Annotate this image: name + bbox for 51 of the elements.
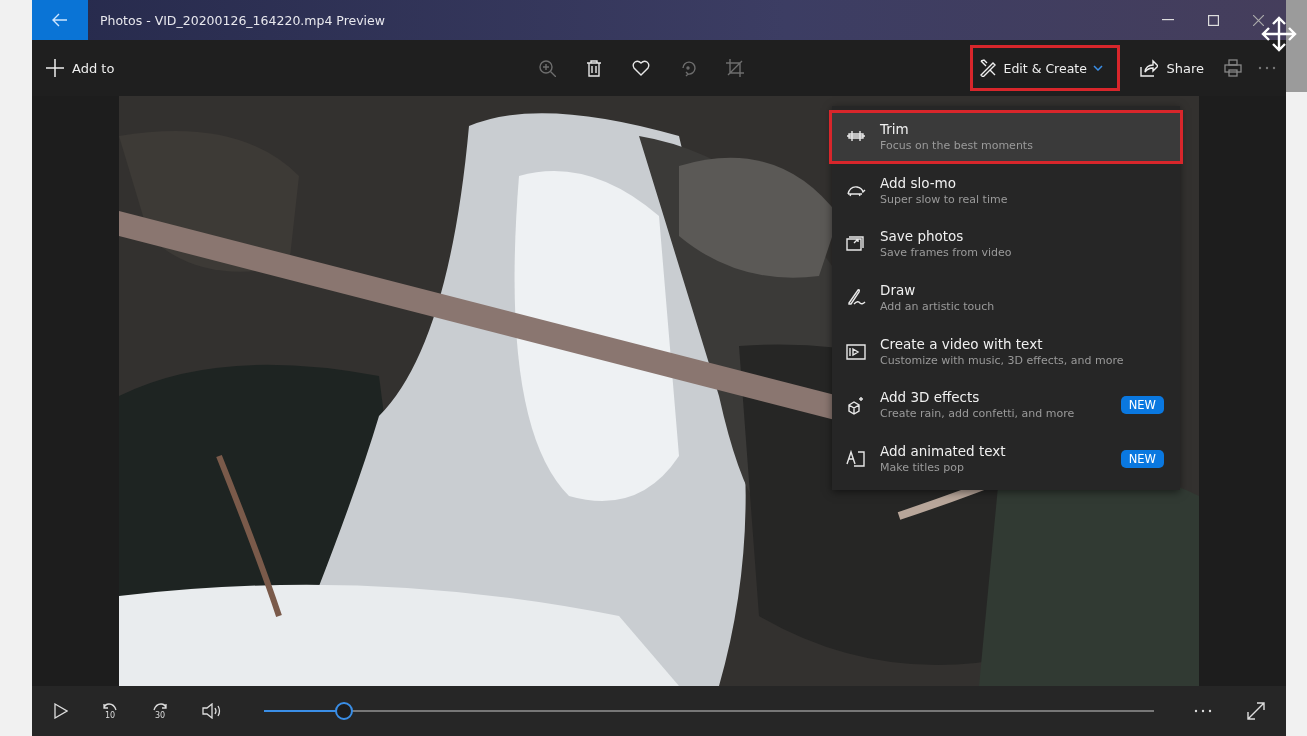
trash-icon[interactable] (585, 59, 604, 77)
back-arrow-icon (52, 13, 68, 27)
maximize-icon[interactable] (1208, 14, 1219, 26)
menu-item[interactable]: Save photos Save frames from video (829, 217, 1183, 272)
menu-item-title: Draw (880, 281, 917, 299)
menu-item[interactable]: Add 3D effects Create rain, add confetti, and more NEW (829, 378, 1183, 433)
fullscreen-icon[interactable] (1246, 701, 1266, 721)
share-icon (1140, 59, 1159, 77)
menu-item[interactable]: Trim Focus on the best moments (829, 110, 1183, 164)
plus-icon (46, 59, 64, 77)
edit-create-button[interactable]: Edit & Create (970, 45, 1121, 91)
menu-item-subtitle: Customize with music, 3D effects, and more (880, 352, 1125, 368)
close-icon[interactable] (1253, 14, 1264, 26)
forward-arrow-icon (152, 702, 168, 711)
menu-item-subtitle: Super slow to real time (880, 191, 1009, 207)
play-icon[interactable] (54, 703, 68, 719)
more-icon[interactable] (1194, 709, 1212, 713)
share-button[interactable]: Share (1136, 45, 1208, 91)
new-badge: NEW (1120, 449, 1164, 468)
rewind-arrow-icon (102, 702, 118, 711)
seek-thumb[interactable] (335, 702, 354, 720)
heart-icon[interactable] (632, 59, 651, 77)
menu-item-title: Add slo-mo (880, 174, 957, 192)
menu-item[interactable]: Draw Add an artistic touch (829, 271, 1183, 325)
move-cursor-icon (1259, 14, 1299, 54)
skip-back-button[interactable]: 10 (102, 702, 118, 720)
text-box-icon (846, 448, 866, 469)
menu-item[interactable]: Create a video with text Customize with music, 3D effects, and more (829, 324, 1183, 379)
menu-item[interactable]: Add slo-mo Super slow to real time (829, 163, 1183, 218)
pen-ruler-icon (979, 59, 998, 77)
skip-forward-button[interactable]: 30 (152, 702, 168, 720)
menu-item[interactable]: Add animated text Make titles pop NEW (829, 432, 1183, 486)
cube-sparkle-icon (846, 395, 866, 416)
menu-item-title: Save photos (880, 228, 965, 246)
menu-item-subtitle: Add an artistic touch (880, 298, 996, 314)
menu-item-title: Create a video with text (880, 335, 1044, 353)
chevron-down-icon (1092, 65, 1103, 71)
pen-icon (846, 287, 866, 308)
menu-item-subtitle: Save frames from video (880, 245, 1013, 261)
window-title: Photos - VID_20200126_164220.mp4 Preview (100, 12, 386, 28)
menu-item-title: Add 3D effects (880, 389, 981, 407)
add-to-button[interactable]: Add to (42, 45, 119, 91)
print-icon[interactable] (1224, 59, 1242, 77)
video-text-icon (846, 341, 866, 362)
minimize-icon[interactable] (1162, 19, 1174, 21)
menu-item-title: Trim (880, 120, 910, 138)
menu-item-title: Add animated text (880, 442, 1007, 460)
menu-item-subtitle: Focus on the best moments (880, 137, 1034, 153)
menu-item-subtitle: Make titles pop (880, 459, 965, 475)
menu-item-subtitle: Create rain, add confetti, and more (880, 406, 1076, 422)
new-badge: NEW (1120, 396, 1164, 415)
